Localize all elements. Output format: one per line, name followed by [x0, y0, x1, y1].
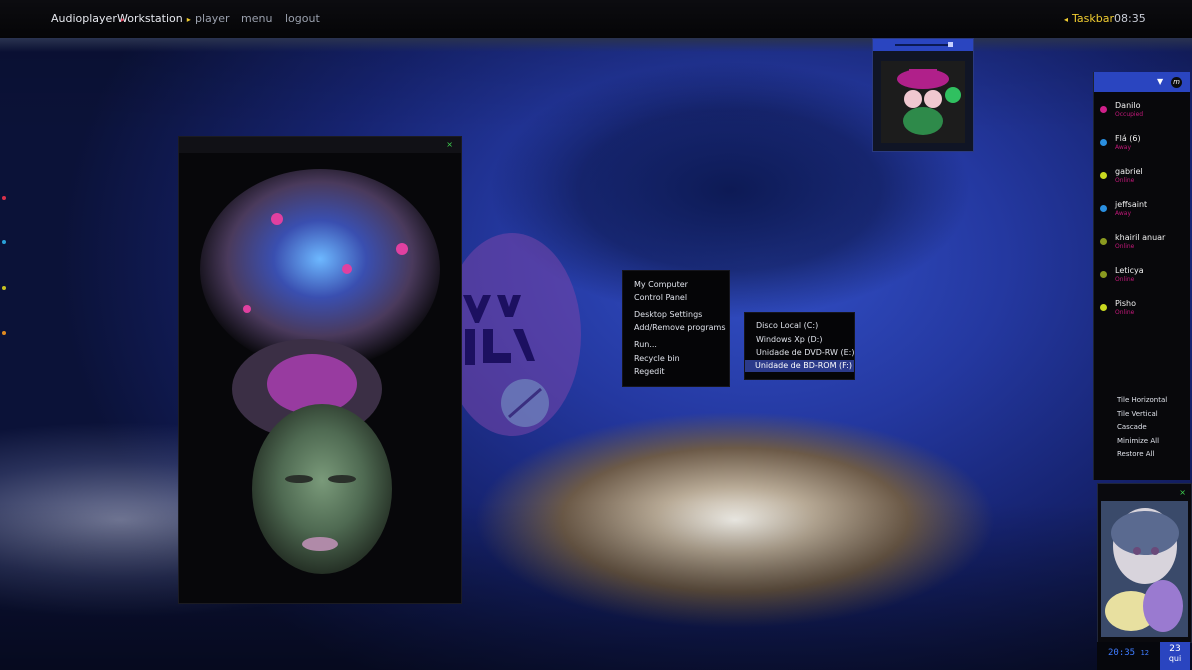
contact-name: khairil anuar — [1115, 233, 1166, 242]
wallpaper-logo — [443, 233, 581, 436]
contact-status: Online — [1115, 243, 1135, 250]
seek-handle[interactable] — [948, 42, 953, 47]
audioplayer-menu[interactable]: Audioplayer ▸ — [51, 12, 125, 25]
contact-name: Leticya — [1115, 266, 1144, 275]
contact-name: Pisho — [1115, 299, 1137, 308]
taskbar-toggle[interactable]: ◂ Taskbar — [1064, 12, 1114, 25]
album-cover — [881, 61, 965, 143]
chevron-down-icon[interactable]: ▼ — [1157, 77, 1163, 86]
contact-name: Danilo — [1115, 101, 1141, 110]
status-dot-icon — [1100, 139, 1107, 146]
workstation-menu[interactable]: Workstation ▸ — [117, 12, 191, 25]
contacts-header: ▼ m — [1094, 72, 1190, 92]
menu-item-add-remove-programs[interactable]: Add/Remove programs — [634, 323, 726, 332]
workstation-label: Workstation — [117, 12, 183, 25]
contact-item[interactable]: Leticya Online — [1094, 266, 1190, 296]
window-titlebar[interactable]: × — [179, 137, 461, 153]
status-dot-icon — [1100, 304, 1107, 311]
desktop-context-menu: My Computer Control Panel Desktop Settin… — [622, 270, 730, 387]
top-bar: Audioplayer ▸ Workstation ▸ player menu lo… — [0, 0, 1192, 39]
status-dot-icon — [1100, 172, 1107, 179]
indicator-dot — [2, 196, 6, 200]
photo-widget[interactable]: × — [1097, 483, 1192, 643]
audioplayer-label: Audioplayer — [51, 12, 117, 25]
topbar-shadow-strip — [0, 38, 1192, 52]
indicator-dot — [2, 286, 6, 290]
restore-all-option[interactable]: Restore All — [1117, 450, 1167, 464]
contact-status: Occupied — [1115, 111, 1144, 118]
contact-item[interactable]: Danilo Occupied — [1094, 101, 1190, 131]
minimize-all-option[interactable]: Minimize All — [1117, 437, 1167, 451]
status-dot-icon — [1100, 271, 1107, 278]
menu-item-run[interactable]: Run... — [634, 340, 657, 349]
taskbar-label: Taskbar — [1072, 12, 1115, 25]
contact-name: jeffsaint — [1115, 200, 1148, 209]
arrow-right-icon: ▸ — [186, 15, 191, 24]
cascade-option[interactable]: Cascade — [1117, 423, 1167, 437]
tile-vertical-option[interactable]: Tile Vertical — [1117, 410, 1167, 424]
contact-item[interactable]: khairil anuar Online — [1094, 233, 1190, 263]
drive-item-f[interactable]: Unidade de BD-ROM (F:) — [745, 360, 854, 372]
contact-item[interactable]: Pisho Online — [1094, 299, 1190, 329]
arrow-left-icon: ◂ — [1064, 15, 1069, 24]
close-icon[interactable]: × — [1179, 488, 1186, 497]
contact-item[interactable]: gabriel Online — [1094, 167, 1190, 197]
logout-link[interactable]: logout — [285, 12, 320, 25]
drive-item-d[interactable]: Windows Xp (D:) — [756, 335, 822, 344]
menu-item-desktop-settings[interactable]: Desktop Settings — [634, 310, 702, 319]
player-progress-bar[interactable] — [873, 39, 973, 51]
logo-glyphs — [463, 295, 549, 427]
clock-hours-minutes: 20:35 — [1108, 648, 1136, 658]
drives-submenu: Disco Local (C:) Windows Xp (D:) Unidade… — [744, 312, 855, 380]
date-badge: 23 qui — [1160, 642, 1190, 670]
clock-widget: 20:35 12 23 qui — [1097, 642, 1190, 670]
tile-horizontal-option[interactable]: Tile Horizontal — [1117, 396, 1167, 410]
clock-time: 20:35 12 — [1108, 648, 1149, 658]
date-weekday: qui — [1168, 654, 1182, 663]
clock-seconds: 12 — [1140, 649, 1149, 657]
photo-image — [1101, 501, 1188, 637]
image-viewer-window[interactable]: × — [178, 136, 462, 604]
status-dot-icon — [1100, 238, 1107, 245]
menu-item-control-panel[interactable]: Control Panel — [634, 293, 687, 302]
player-link[interactable]: player — [195, 12, 230, 25]
indicator-dot — [2, 331, 6, 335]
date-day: 23 — [1169, 644, 1181, 654]
contact-status: Away — [1115, 144, 1131, 151]
messenger-icon[interactable]: m — [1171, 77, 1182, 88]
drive-item-c[interactable]: Disco Local (C:) — [756, 321, 818, 330]
close-icon[interactable]: × — [446, 140, 453, 149]
contact-status: Online — [1115, 309, 1135, 316]
contact-status: Online — [1115, 276, 1135, 283]
menu-link[interactable]: menu — [241, 12, 272, 25]
audio-player-widget[interactable] — [872, 38, 974, 152]
menu-item-my-computer[interactable]: My Computer — [634, 280, 688, 289]
menu-item-recycle-bin[interactable]: Recycle bin — [634, 354, 680, 363]
artwork-image — [200, 169, 440, 574]
menu-item-regedit[interactable]: Regedit — [634, 367, 665, 376]
window-arrangement-menu: Tile Horizontal Tile Vertical Cascade Mi… — [1117, 396, 1167, 464]
status-dot-icon — [1100, 205, 1107, 212]
seek-track[interactable] — [895, 44, 953, 46]
indicator-dot — [2, 240, 6, 244]
drive-item-e[interactable]: Unidade de DVD-RW (E:) — [756, 348, 854, 357]
contact-name: gabriel — [1115, 167, 1143, 176]
contact-status: Away — [1115, 210, 1131, 217]
contact-name: Flá (6) — [1115, 134, 1141, 143]
status-dot-icon — [1100, 106, 1107, 113]
topbar-clock: 08:35 — [1114, 12, 1146, 25]
contact-item[interactable]: Flá (6) Away — [1094, 134, 1190, 164]
contact-item[interactable]: jeffsaint Away — [1094, 200, 1190, 230]
contact-status: Online — [1115, 177, 1135, 184]
